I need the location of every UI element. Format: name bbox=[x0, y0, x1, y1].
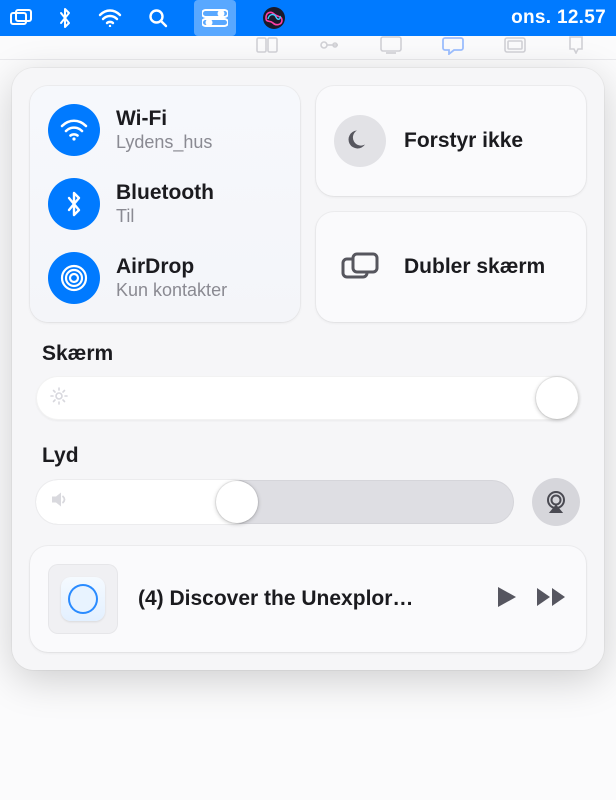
menu-bar: ons. 12.57 bbox=[0, 0, 616, 36]
wifi-network-name: Lydens_hus bbox=[116, 132, 212, 153]
dnd-label: Forstyr ikke bbox=[404, 129, 523, 153]
wifi-toggle[interactable]: Wi-Fi Lydens_hus bbox=[48, 104, 282, 156]
menu-bar-clock[interactable]: ons. 12.57 bbox=[511, 7, 606, 29]
moon-icon bbox=[334, 115, 386, 167]
screen-mirroring-menu-icon[interactable] bbox=[10, 0, 32, 36]
toolbar-icon[interactable] bbox=[566, 36, 586, 59]
bluetooth-icon bbox=[48, 178, 100, 230]
bluetooth-status: Til bbox=[116, 206, 214, 227]
siri-menu-icon[interactable] bbox=[262, 0, 286, 36]
toolbar-message-icon[interactable] bbox=[442, 35, 464, 60]
airdrop-status: Kun kontakter bbox=[116, 280, 227, 301]
do-not-disturb-toggle[interactable]: Forstyr ikke bbox=[316, 86, 586, 196]
window-toolbar bbox=[0, 36, 616, 60]
wifi-title: Wi-Fi bbox=[116, 107, 212, 131]
safari-app-icon bbox=[61, 577, 105, 621]
wifi-icon bbox=[48, 104, 100, 156]
toolbar-icon[interactable] bbox=[380, 36, 402, 59]
brightness-low-icon bbox=[50, 387, 68, 410]
airdrop-toggle[interactable]: AirDrop Kun kontakter bbox=[48, 252, 282, 304]
screen-mirroring-button[interactable]: Dubler skærm bbox=[316, 212, 586, 322]
toolbar-icon[interactable] bbox=[256, 37, 278, 58]
bluetooth-menu-icon[interactable] bbox=[58, 0, 72, 36]
next-track-button[interactable] bbox=[536, 586, 568, 613]
now-playing-card[interactable]: (4) Discover the Unexplor… bbox=[30, 546, 586, 652]
brightness-slider-thumb[interactable] bbox=[536, 377, 578, 419]
now-playing-title: (4) Discover the Unexplor… bbox=[138, 587, 476, 611]
now-playing-artwork bbox=[48, 564, 118, 634]
bluetooth-title: Bluetooth bbox=[116, 181, 214, 205]
play-button[interactable] bbox=[496, 585, 518, 614]
screen-mirroring-label: Dubler skærm bbox=[404, 255, 545, 279]
connectivity-card: Wi-Fi Lydens_hus Bluetooth Til AirDrop bbox=[30, 86, 300, 322]
toolbar-icon[interactable] bbox=[318, 37, 340, 58]
bluetooth-toggle[interactable]: Bluetooth Til bbox=[48, 178, 282, 230]
sound-label: Lyd bbox=[42, 444, 580, 468]
display-section: Skærm bbox=[30, 338, 586, 424]
brightness-slider[interactable] bbox=[36, 376, 580, 420]
airdrop-title: AirDrop bbox=[116, 255, 227, 279]
spotlight-menu-icon[interactable] bbox=[148, 0, 168, 36]
volume-low-icon bbox=[50, 491, 70, 514]
airplay-audio-button[interactable] bbox=[532, 478, 580, 526]
volume-slider-thumb[interactable] bbox=[216, 481, 258, 523]
control-center-menu-icon[interactable] bbox=[194, 0, 236, 36]
control-center-panel: Wi-Fi Lydens_hus Bluetooth Til AirDrop bbox=[12, 68, 604, 670]
volume-slider[interactable] bbox=[36, 480, 514, 524]
airdrop-icon bbox=[48, 252, 100, 304]
toolbar-icon[interactable] bbox=[504, 37, 526, 58]
display-label: Skærm bbox=[42, 342, 580, 366]
wifi-menu-icon[interactable] bbox=[98, 0, 122, 36]
screen-mirroring-icon bbox=[334, 241, 386, 293]
sound-section: Lyd bbox=[30, 440, 586, 530]
